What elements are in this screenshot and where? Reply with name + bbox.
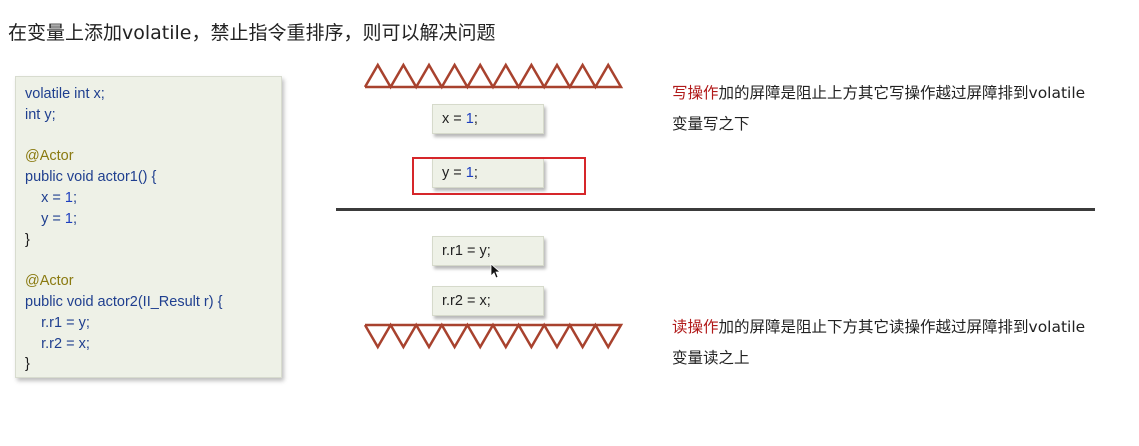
code-line: volatile int x;: [25, 86, 105, 102]
statement-x-assign: x = 1;: [432, 104, 544, 134]
code-line: @Actor: [25, 148, 74, 165]
divider-line: [336, 208, 1095, 211]
write-barrier-note: 写操作加的屏障是阻止上方其它写操作越过屏障排到volatile变量写之下: [672, 84, 1086, 133]
page-title: 在变量上添加volatile，禁止指令重排序，则可以解决问题: [8, 22, 496, 44]
code-line: public void actor1() {: [25, 169, 157, 186]
code-line: y = 1;: [25, 210, 77, 227]
code-line: public void actor2(II_Result r) {: [25, 293, 223, 310]
code-line: }: [25, 356, 30, 373]
code-line: @Actor: [25, 273, 74, 290]
statement-r1-read: r.r1 = y;: [432, 236, 544, 266]
code-line: int y;: [25, 106, 56, 123]
highlight-box: [412, 157, 586, 195]
code-line: }: [25, 231, 30, 248]
code-panel: volatile int x; int y; @Actor public void a…: [15, 76, 282, 378]
read-barrier: [363, 322, 624, 350]
write-barrier: [363, 62, 624, 90]
read-barrier-note: 读操作加的屏障是阻止下方其它读操作越过屏障排到volatile变量读之上: [672, 318, 1086, 367]
code-line: r.r2 = x;: [25, 335, 90, 352]
code-line: x = 1;: [25, 189, 77, 206]
statement-r2-read: r.r2 = x;: [432, 286, 544, 316]
code-line: r.r1 = y;: [25, 314, 90, 331]
mouse-cursor-icon: [490, 263, 502, 279]
